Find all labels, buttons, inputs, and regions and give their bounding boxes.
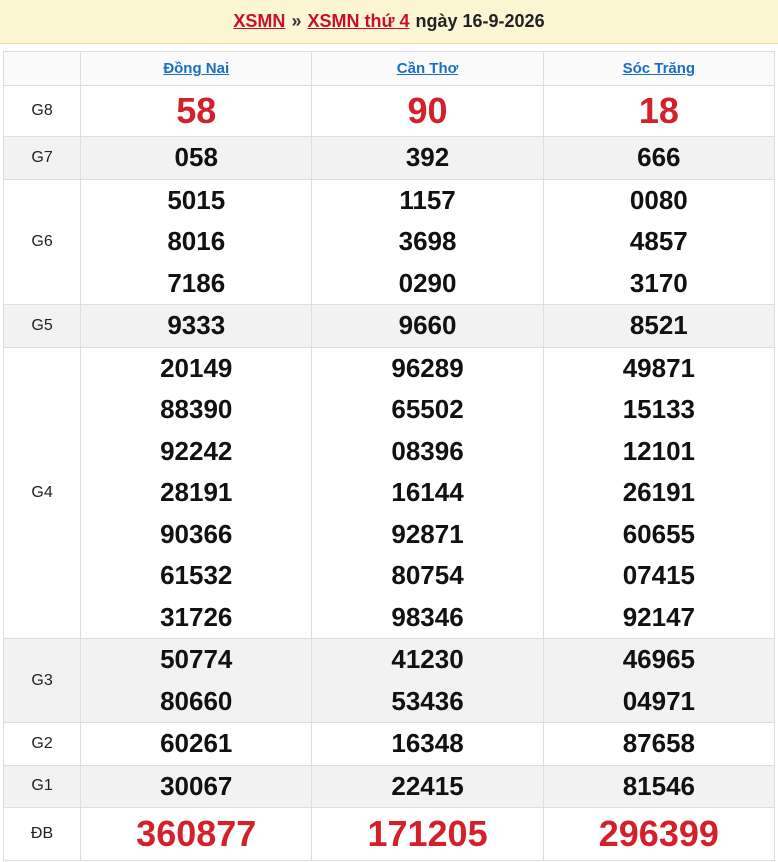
prize-number: 80754 bbox=[391, 560, 464, 590]
prize-number: 7186 bbox=[167, 267, 226, 298]
prize-row-g4: G4 20149 88390 92242 28191 90366 61532 3… bbox=[2, 346, 776, 639]
prize-number: 8521 bbox=[629, 310, 688, 340]
prize-number: 60655 bbox=[622, 518, 695, 549]
prize-number: 90 bbox=[407, 90, 448, 131]
prize-number: 96289 bbox=[391, 352, 464, 383]
prize-label: G4 bbox=[2, 346, 82, 639]
prize-number: 15133 bbox=[622, 394, 695, 424]
corner-cell bbox=[2, 51, 82, 86]
prize-row-g5: G5 9333 9660 8521 bbox=[2, 304, 776, 348]
prize-number: 87658 bbox=[622, 728, 695, 758]
prize-number: 90366 bbox=[160, 518, 233, 549]
special-prize-number: 171205 bbox=[367, 813, 488, 854]
prize-number: 92242 bbox=[160, 435, 233, 466]
prize-number: 80660 bbox=[160, 685, 233, 716]
prize-number: 65502 bbox=[391, 394, 464, 424]
prize-row-g1: G1 30067 22415 81546 bbox=[2, 764, 776, 808]
prize-row-g3: G3 50774 80660 41230 53436 46965 04971 bbox=[2, 638, 776, 723]
results-header: XSMN » XSMN thứ 4 ngày 16-9-2026 bbox=[0, 0, 778, 44]
prize-label: G7 bbox=[2, 136, 82, 180]
prize-number: 31726 bbox=[160, 601, 233, 632]
prize-row-g7: G7 058 392 666 bbox=[2, 136, 776, 180]
prize-number: 18 bbox=[638, 90, 679, 131]
prize-number: 22415 bbox=[391, 770, 464, 801]
prize-label: G8 bbox=[2, 85, 82, 137]
prize-number: 9660 bbox=[398, 310, 457, 340]
province-header-row: Đồng Nai Cần Thơ Sóc Trăng bbox=[2, 51, 776, 86]
prize-number: 49871 bbox=[622, 352, 695, 383]
prize-number: 666 bbox=[637, 142, 681, 172]
prize-number: 98346 bbox=[391, 601, 464, 632]
prize-label: G1 bbox=[2, 764, 82, 808]
prize-label: G2 bbox=[2, 722, 82, 766]
prize-number: 5015 bbox=[167, 184, 226, 215]
prize-row-db: ĐB 360877 171205 296399 bbox=[2, 807, 776, 861]
prize-row-g8: G8 58 90 18 bbox=[2, 85, 776, 137]
prize-number: 16348 bbox=[391, 728, 464, 758]
prize-number: 30067 bbox=[160, 770, 233, 801]
xsmn-weekday-link[interactable]: XSMN thứ 4 bbox=[307, 11, 409, 32]
prize-number: 8016 bbox=[167, 226, 226, 256]
prize-number: 07415 bbox=[622, 560, 695, 590]
prize-number: 41230 bbox=[391, 644, 464, 674]
prize-number: 92871 bbox=[391, 518, 464, 549]
prize-number: 3698 bbox=[398, 226, 457, 256]
prize-number: 392 bbox=[405, 142, 450, 172]
prize-number: 60261 bbox=[160, 728, 233, 758]
prize-number: 88390 bbox=[160, 394, 233, 424]
prize-label: G5 bbox=[2, 304, 82, 348]
lottery-results-table: Đồng Nai Cần Thơ Sóc Trăng G8 58 90 18 G… bbox=[2, 51, 776, 861]
prize-row-g2: G2 60261 16348 87658 bbox=[2, 722, 776, 766]
province-link[interactable]: Cần Thơ bbox=[397, 60, 459, 77]
prize-label: G3 bbox=[2, 638, 82, 723]
prize-number: 58 bbox=[176, 90, 217, 131]
prize-label: ĐB bbox=[2, 807, 82, 861]
draw-date: ngày 16-9-2026 bbox=[415, 11, 545, 31]
province-link[interactable]: Sóc Trăng bbox=[623, 60, 696, 77]
prize-label: G6 bbox=[2, 178, 82, 305]
prize-number: 50774 bbox=[160, 644, 233, 674]
special-prize-number: 360877 bbox=[136, 813, 257, 854]
province-link[interactable]: Đồng Nai bbox=[163, 60, 229, 77]
prize-number: 28191 bbox=[160, 477, 233, 507]
prize-number: 46965 bbox=[622, 644, 695, 674]
prize-number: 26191 bbox=[622, 477, 695, 507]
prize-number: 0080 bbox=[629, 184, 688, 215]
prize-number: 81546 bbox=[622, 770, 695, 801]
province-header: Đồng Nai bbox=[80, 51, 313, 86]
xsmn-link[interactable]: XSMN bbox=[233, 11, 285, 32]
prize-number: 08396 bbox=[391, 435, 464, 466]
prize-number: 20149 bbox=[160, 352, 233, 383]
prize-number: 0290 bbox=[398, 267, 457, 298]
special-prize-number: 296399 bbox=[598, 813, 719, 854]
prize-number: 9333 bbox=[167, 310, 226, 340]
province-header: Sóc Trăng bbox=[542, 51, 776, 86]
prize-row-g6: G6 5015 8016 7186 1157 3698 0290 0080 48… bbox=[2, 178, 776, 305]
prize-number: 4857 bbox=[629, 226, 688, 256]
prize-number: 61532 bbox=[160, 560, 233, 590]
prize-number: 16144 bbox=[391, 477, 464, 507]
prize-number: 04971 bbox=[622, 685, 695, 716]
prize-number: 92147 bbox=[622, 601, 695, 632]
prize-number: 12101 bbox=[622, 435, 695, 466]
prize-number: 058 bbox=[174, 142, 218, 172]
prize-number: 3170 bbox=[629, 267, 688, 298]
prize-number: 1157 bbox=[399, 184, 456, 215]
province-header: Cần Thơ bbox=[311, 51, 544, 86]
prize-number: 53436 bbox=[391, 685, 464, 716]
breadcrumb-separator: » bbox=[291, 11, 302, 31]
